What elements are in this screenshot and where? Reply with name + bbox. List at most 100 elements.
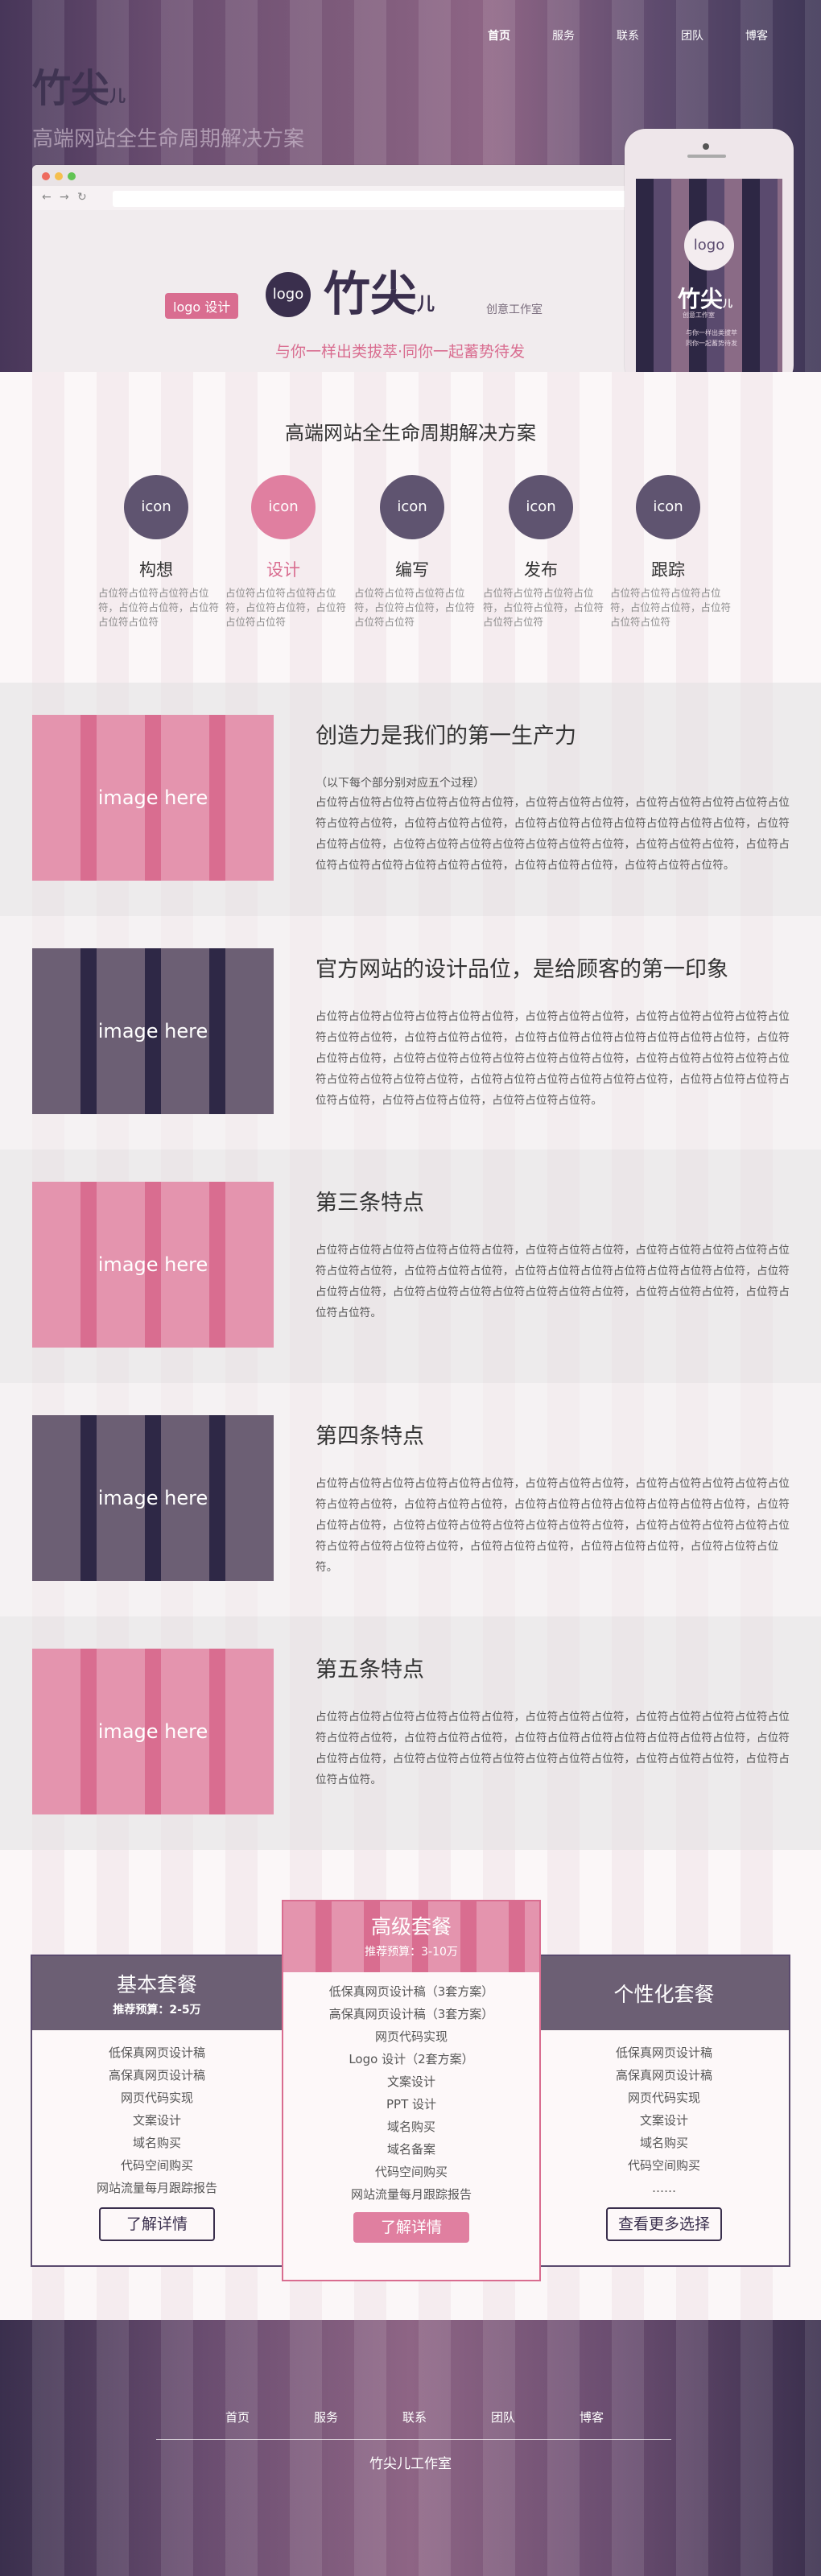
custom-more-button[interactable]: 查看更多选择 [606, 2207, 722, 2241]
plan-item: PPT 设计 [386, 2097, 437, 2112]
plan-item: …… [652, 2181, 676, 2195]
feature-section-5: image here 第五条特点 占位符占位符占位符占位符占位符占位符，占位符占… [0, 1616, 821, 1850]
brand-name: 竹尖儿 [324, 256, 435, 324]
plan-item: 文案设计 [132, 2113, 181, 2128]
plan-item: 代码空间购买 [627, 2158, 700, 2173]
nav-item-home[interactable]: 首页 [467, 27, 531, 43]
plan-item: 网站流量每月跟踪报告 [96, 2181, 217, 2195]
plan-custom-header: 个性化套餐 [539, 1956, 789, 2030]
plan-basic: 基本套餐 推荐预算：2-5万 低保真网页设计稿 高保真网页设计稿 网页代码实现 … [31, 1955, 283, 2267]
minimize-dot-icon [55, 172, 63, 180]
section-title: 官方网站的设计品位，是给顾客的第一印象 [316, 957, 728, 982]
feature-track[interactable]: icon 跟踪 占位符占位符占位符占位符，占位符占位符，占位符占位符占位符 [604, 475, 732, 630]
phone-speaker-icon [687, 155, 726, 158]
plan-basic-header: 基本套餐 推荐预算：2-5万 [32, 1956, 282, 2030]
feature-name: 构想 [139, 560, 173, 580]
forward-arrow-icon: → [60, 191, 69, 204]
plan-item: 网页代码实现 [627, 2091, 700, 2105]
feature-publish[interactable]: icon 发布 占位符占位符占位符占位符，占位符占位符，占位符占位符占位符 [477, 475, 605, 630]
plan-title: 基本套餐 [116, 1973, 197, 1996]
address-bar [113, 191, 628, 207]
feature-name: 编写 [395, 560, 429, 580]
plan-premium: 高级套餐 推荐预算：3-10万 低保真网页设计稿（3套方案） 高保真网页设计稿（… [282, 1900, 541, 2281]
plan-item: 低保真网页设计稿 [615, 2046, 712, 2060]
section-title: 第三条特点 [316, 1191, 424, 1216]
plan-item: 高保真网页设计稿（3套方案） [328, 2007, 494, 2021]
feature-ideate[interactable]: icon 构想 占位符占位符占位符占位符，占位符占位符，占位符占位符占位符 [92, 475, 221, 630]
hero-logo[interactable]: 竹尖儿 [32, 56, 126, 113]
phone-screen: logo 竹尖儿 创意工作室 与你一样出类拔萃 同你一起蓄势待发 [636, 179, 782, 372]
feature-desc: 占位符占位符占位符占位符，占位符占位符，占位符占位符占位符 [610, 587, 732, 628]
section-image: image here [32, 715, 274, 881]
feature-desc: 占位符占位符占位符占位符，占位符占位符，占位符占位符占位符 [98, 587, 220, 628]
footer-nav-services[interactable]: 服务 [282, 2409, 370, 2425]
plan-price: 推荐预算：3-10万 [365, 1946, 458, 1959]
nav-item-team[interactable]: 团队 [660, 27, 724, 43]
feature-icon: icon [251, 475, 316, 539]
section-title: 创造力是我们的第一生产力 [316, 724, 576, 749]
plan-item: 文案设计 [639, 2113, 688, 2128]
plan-item: 文案设计 [386, 2074, 435, 2089]
nav-item-services[interactable]: 服务 [531, 27, 596, 43]
feature-design[interactable]: icon 设计 占位符占位符占位符占位符，占位符占位符，占位符占位符占位符 [219, 475, 348, 630]
phone-brand-name: 竹尖儿 [678, 282, 732, 314]
feature-section-1: image here 创造力是我们的第一生产力 （以下每个部分别对应五个过程） … [0, 683, 821, 916]
plan-title: 个性化套餐 [613, 1983, 715, 2006]
section-image: image here [32, 1182, 274, 1348]
plan-item: 高保真网页设计稿 [615, 2068, 712, 2083]
brand-logo-circle: logo [266, 272, 311, 317]
feature-desc: 占位符占位符占位符占位符，占位符占位符，占位符占位符占位符 [225, 587, 347, 628]
section-body: 占位符占位符占位符占位符占位符占位符，占位符占位符占位符，占位符占位符占位符占位… [316, 796, 790, 872]
footer-nav-blog[interactable]: 博客 [547, 2409, 636, 2425]
plan-custom: 个性化套餐 低保真网页设计稿 高保真网页设计稿 网页代码实现 文案设计 域名购买… [538, 1955, 790, 2267]
plan-item: 网站流量每月跟踪报告 [350, 2187, 472, 2202]
footer-nav-contact[interactable]: 联系 [370, 2409, 459, 2425]
feature-name: 跟踪 [651, 560, 685, 580]
section-image: image here [32, 1415, 274, 1581]
nav-item-blog[interactable]: 博客 [724, 27, 789, 43]
plan-item: 代码空间购买 [374, 2165, 448, 2179]
plan-price: 推荐预算：2-5万 [113, 2004, 201, 2017]
plan-premium-header: 高级套餐 推荐预算：3-10万 [283, 1901, 539, 1972]
feature-name: 设计 [266, 560, 300, 580]
hero-logo-text: 竹尖 [32, 66, 110, 111]
feature-desc: 占位符占位符占位符占位符，占位符占位符，占位符占位符占位符 [354, 587, 476, 628]
hero-banner: 首页 服务 联系 团队 博客 竹尖儿 高端网站全生命周期解决方案 ← → ↻ l… [0, 0, 821, 372]
section-note: （以下每个部分别对应五个过程） [316, 777, 485, 790]
feature-icon: icon [380, 475, 444, 539]
section-image: image here [32, 948, 274, 1114]
premium-details-button[interactable]: 了解详情 [353, 2212, 469, 2243]
feature-section-4: image here 第四条特点 占位符占位符占位符占位符占位符占位符，占位符占… [0, 1383, 821, 1616]
plan-item: 低保真网页设计稿 [108, 2046, 205, 2060]
plan-item: 高保真网页设计稿 [108, 2068, 205, 2083]
section-title: 第四条特点 [316, 1424, 424, 1449]
footer-nav-home[interactable]: 首页 [193, 2409, 282, 2425]
phone-mockup: logo 竹尖儿 创意工作室 与你一样出类拔萃 同你一起蓄势待发 [625, 129, 794, 372]
hero-logo-suffix: 儿 [109, 86, 126, 105]
hero-tagline: 高端网站全生命周期解决方案 [32, 127, 305, 151]
plan-items: 低保真网页设计稿 高保真网页设计稿 网页代码实现 文案设计 域名购买 代码空间购… [32, 2030, 282, 2199]
plan-item: 域名购买 [132, 2136, 181, 2150]
section-title: 第五条特点 [316, 1657, 424, 1682]
feature-write[interactable]: icon 编写 占位符占位符占位符占位符，占位符占位符，占位符占位符占位符 [348, 475, 477, 630]
brand-name-text: 竹尖 [324, 266, 418, 321]
plan-item: 域名备案 [386, 2142, 435, 2157]
footer-copyright: 竹尖儿工作室 [369, 2456, 452, 2472]
phone-brand-suffix: 儿 [723, 298, 733, 309]
section-body: 占位符占位符占位符占位符占位符占位符，占位符占位符占位符，占位符占位符占位符占位… [316, 1477, 790, 1574]
close-dot-icon [42, 172, 50, 180]
plan-item: 域名购买 [386, 2120, 435, 2134]
feature-icon: icon [124, 475, 188, 539]
nav-item-contact[interactable]: 联系 [596, 27, 660, 43]
section-body: 占位符占位符占位符占位符占位符占位符，占位符占位符占位符，占位符占位符占位符占位… [316, 1010, 790, 1107]
basic-details-button[interactable]: 了解详情 [99, 2207, 215, 2241]
footer-nav: 首页 服务 联系 团队 博客 [193, 2409, 636, 2425]
back-arrow-icon: ← [42, 191, 52, 204]
plan-item: 网页代码实现 [120, 2091, 193, 2105]
browser-titlebar [32, 165, 628, 186]
plan-item: 域名购买 [639, 2136, 688, 2150]
footer-nav-team[interactable]: 团队 [459, 2409, 547, 2425]
phone-camera-icon [703, 143, 709, 150]
phone-slogan-line-1: 与你一样出类拔萃 [686, 329, 737, 336]
feature-desc: 占位符占位符占位符占位符，占位符占位符，占位符占位符占位符 [483, 587, 604, 628]
